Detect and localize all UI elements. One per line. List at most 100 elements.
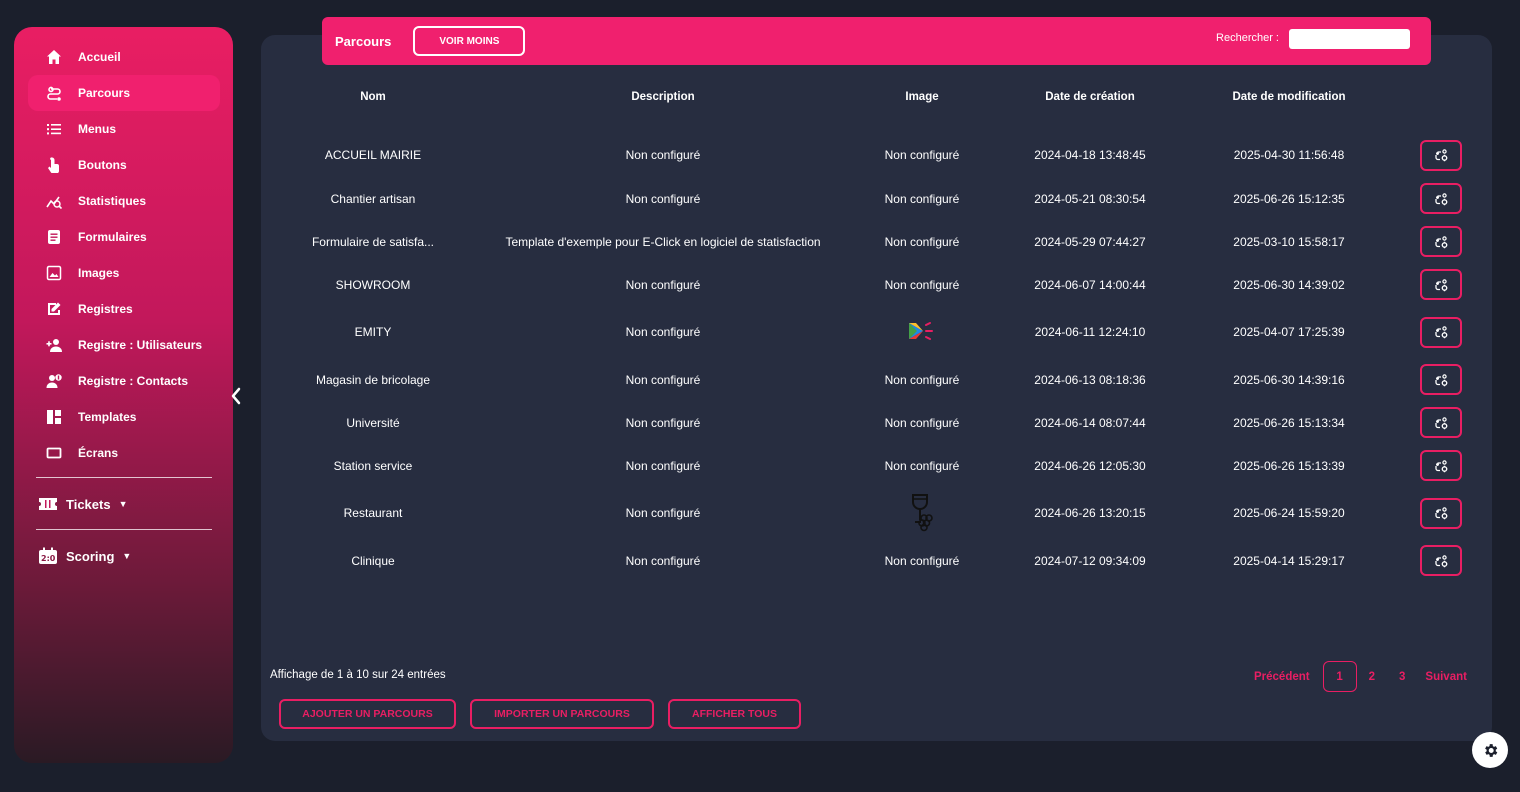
table-row[interactable]: Magasin de bricolage Non configuré Non con… (262, 358, 1482, 401)
route-icon (46, 85, 62, 101)
caret-down-icon: ▼ (122, 551, 132, 561)
edit-route-button[interactable] (1420, 407, 1462, 438)
cell-date-modification: 2025-06-26 15:12:35 (1233, 191, 1345, 206)
cell-description: Non configuré (625, 506, 701, 520)
sidebar-item-label: Parcours (78, 86, 131, 100)
pagination-page-2[interactable]: 2 (1369, 671, 1375, 683)
cell-date-modification: 2025-06-30 14:39:16 (1233, 372, 1345, 387)
table-row[interactable]: Restaurant Non configuré 2024-06-26 13:20:… (262, 487, 1482, 539)
table-row[interactable]: ACCUEIL MAIRIE Non configuré Non configuré… (262, 133, 1482, 177)
header-date-modification[interactable]: Date de modification (1178, 80, 1400, 114)
cell-image: Non configuré (884, 191, 960, 206)
voir-moins-button[interactable]: VOIR MOINS (413, 26, 526, 56)
cell-description: Non configuré (625, 325, 701, 339)
sidebar-item-formulaires[interactable]: Formulaires (28, 219, 220, 255)
header-date-creation[interactable]: Date de création (1002, 80, 1178, 114)
edit-route-button[interactable] (1420, 450, 1462, 481)
edit-route-button[interactable] (1420, 316, 1462, 348)
cell-date-creation: 2024-06-13 08:18:36 (1034, 372, 1146, 387)
cell-date-modification: 2025-06-24 15:59:20 (1233, 506, 1345, 520)
table-row[interactable]: Station service Non configuré Non configur… (262, 444, 1482, 487)
cell-description: Template d'exemple pour E-Click en logic… (505, 234, 821, 249)
sidebar-group-scoring[interactable]: 2:0 Scoring ▼ (14, 540, 233, 572)
edit-route-button[interactable] (1420, 269, 1462, 300)
dashboard-icon (46, 409, 62, 425)
pagination-page-3[interactable]: 3 (1399, 671, 1405, 683)
sidebar-item-templates[interactable]: Templates (28, 399, 220, 435)
sidebar-item-menus[interactable]: Menus (28, 111, 220, 147)
sidebar-item-label: Menus (78, 122, 117, 136)
sidebar-item-images[interactable]: Images (28, 255, 220, 291)
route-settings-icon (1435, 235, 1448, 248)
pagination-next[interactable]: Suivant (1425, 671, 1467, 683)
cell-date-modification: 2025-04-30 11:56:48 (1233, 148, 1345, 162)
list-icon (46, 121, 62, 137)
sidebar-item-écrans[interactable]: Écrans (28, 435, 220, 471)
cell-description: Non configuré (625, 372, 701, 387)
sidebar-item-boutons[interactable]: Boutons (28, 147, 220, 183)
edit-route-button[interactable] (1420, 545, 1462, 576)
parcours-table: Nom Description Image Date de création D… (262, 80, 1482, 582)
search-input[interactable] (1289, 29, 1410, 49)
svg-text:2:0: 2:0 (41, 554, 56, 563)
ticket-icon (38, 496, 58, 512)
route-settings-icon (1435, 416, 1448, 429)
sidebar-item-registre-utilisateurs[interactable]: Registre : Utilisateurs (28, 327, 220, 363)
table-row[interactable]: SHOWROOM Non configuré Non configuré 2024-0… (262, 263, 1482, 306)
edit-route-button[interactable] (1420, 226, 1462, 257)
table-row[interactable]: EMITY Non configuré 2024-06-11 12:24:10 202… (262, 306, 1482, 358)
cell-nom: Station service (333, 458, 413, 473)
table-row[interactable]: Chantier artisan Non configuré Non configu… (262, 177, 1482, 220)
sidebar-item-label: Templates (78, 410, 137, 424)
caret-down-icon: ▼ (118, 499, 128, 509)
header-image[interactable]: Image (842, 80, 1002, 114)
sidebar-item-registres[interactable]: Registres (28, 291, 220, 327)
pagination-previous[interactable]: Précédent (1254, 671, 1310, 683)
add-parcours-button[interactable]: AJOUTER UN PARCOURS (279, 699, 456, 729)
sidebar-item-registre-contacts[interactable]: Registre : Contacts (28, 363, 220, 399)
sidebar-nav: Accueil Parcours Menus Boutons Statistiques F… (14, 39, 233, 471)
cell-image: Non configuré (884, 415, 960, 430)
cell-nom: EMITY (354, 325, 392, 339)
screen-icon (46, 445, 62, 461)
edit-route-button[interactable] (1420, 183, 1462, 214)
cell-date-modification: 2025-03-10 15:58:17 (1233, 234, 1345, 249)
cell-date-modification: 2025-06-26 15:13:39 (1233, 458, 1345, 473)
settings-button[interactable] (1472, 732, 1508, 768)
scoreboard-icon: 2:0 (38, 547, 58, 564)
edit-route-button[interactable] (1420, 139, 1462, 171)
header-nom[interactable]: Nom (262, 80, 484, 114)
cell-description: Non configuré (625, 415, 701, 430)
route-settings-icon (1435, 326, 1448, 339)
header-description[interactable]: Description (484, 80, 842, 114)
cell-actions (1400, 133, 1482, 177)
sidebar-item-label: Images (78, 266, 120, 280)
cell-date-modification: 2025-04-14 15:29:17 (1233, 553, 1345, 568)
cell-actions (1400, 539, 1482, 582)
cell-description: Non configuré (625, 277, 701, 292)
table-row[interactable]: Université Non configuré Non configuré 2024… (262, 401, 1482, 444)
sidebar-group-label: Scoring (66, 548, 115, 564)
route-settings-icon (1435, 507, 1448, 520)
sidebar-item-parcours[interactable]: Parcours (28, 75, 220, 111)
cell-image: Non configuré (884, 148, 960, 162)
sidebar-item-label: Écrans (78, 446, 119, 460)
sidebar-group-tickets[interactable]: Tickets ▼ (14, 488, 233, 520)
contact-icon (46, 373, 62, 389)
edit-route-button[interactable] (1420, 364, 1462, 395)
page-title: Parcours (335, 33, 392, 49)
sidebar-item-statistiques[interactable]: Statistiques (28, 183, 220, 219)
table-row[interactable]: Formulaire de satisfa... Template d'exemp… (262, 220, 1482, 263)
table-info: Affichage de 1 à 10 sur 24 entrées (270, 669, 446, 681)
cell-nom: Université (346, 415, 400, 430)
sidebar-item-accueil[interactable]: Accueil (28, 39, 220, 75)
pagination: Précédent 1 2 3 Suivant (1254, 661, 1467, 692)
cell-date-modification: 2025-04-07 17:25:39 (1233, 325, 1345, 339)
pagination-page-1[interactable]: 1 (1322, 661, 1357, 692)
table-row[interactable]: Clinique Non configuré Non configuré 2024-0… (262, 539, 1482, 582)
sidebar-item-label: Registre : Contacts (78, 374, 189, 388)
show-all-button[interactable]: AFFICHER TOUS (668, 699, 801, 729)
edit-route-button[interactable] (1420, 497, 1462, 529)
import-parcours-button[interactable]: IMPORTER UN PARCOURS (470, 699, 654, 729)
sidebar-collapse-button[interactable] (228, 385, 244, 407)
